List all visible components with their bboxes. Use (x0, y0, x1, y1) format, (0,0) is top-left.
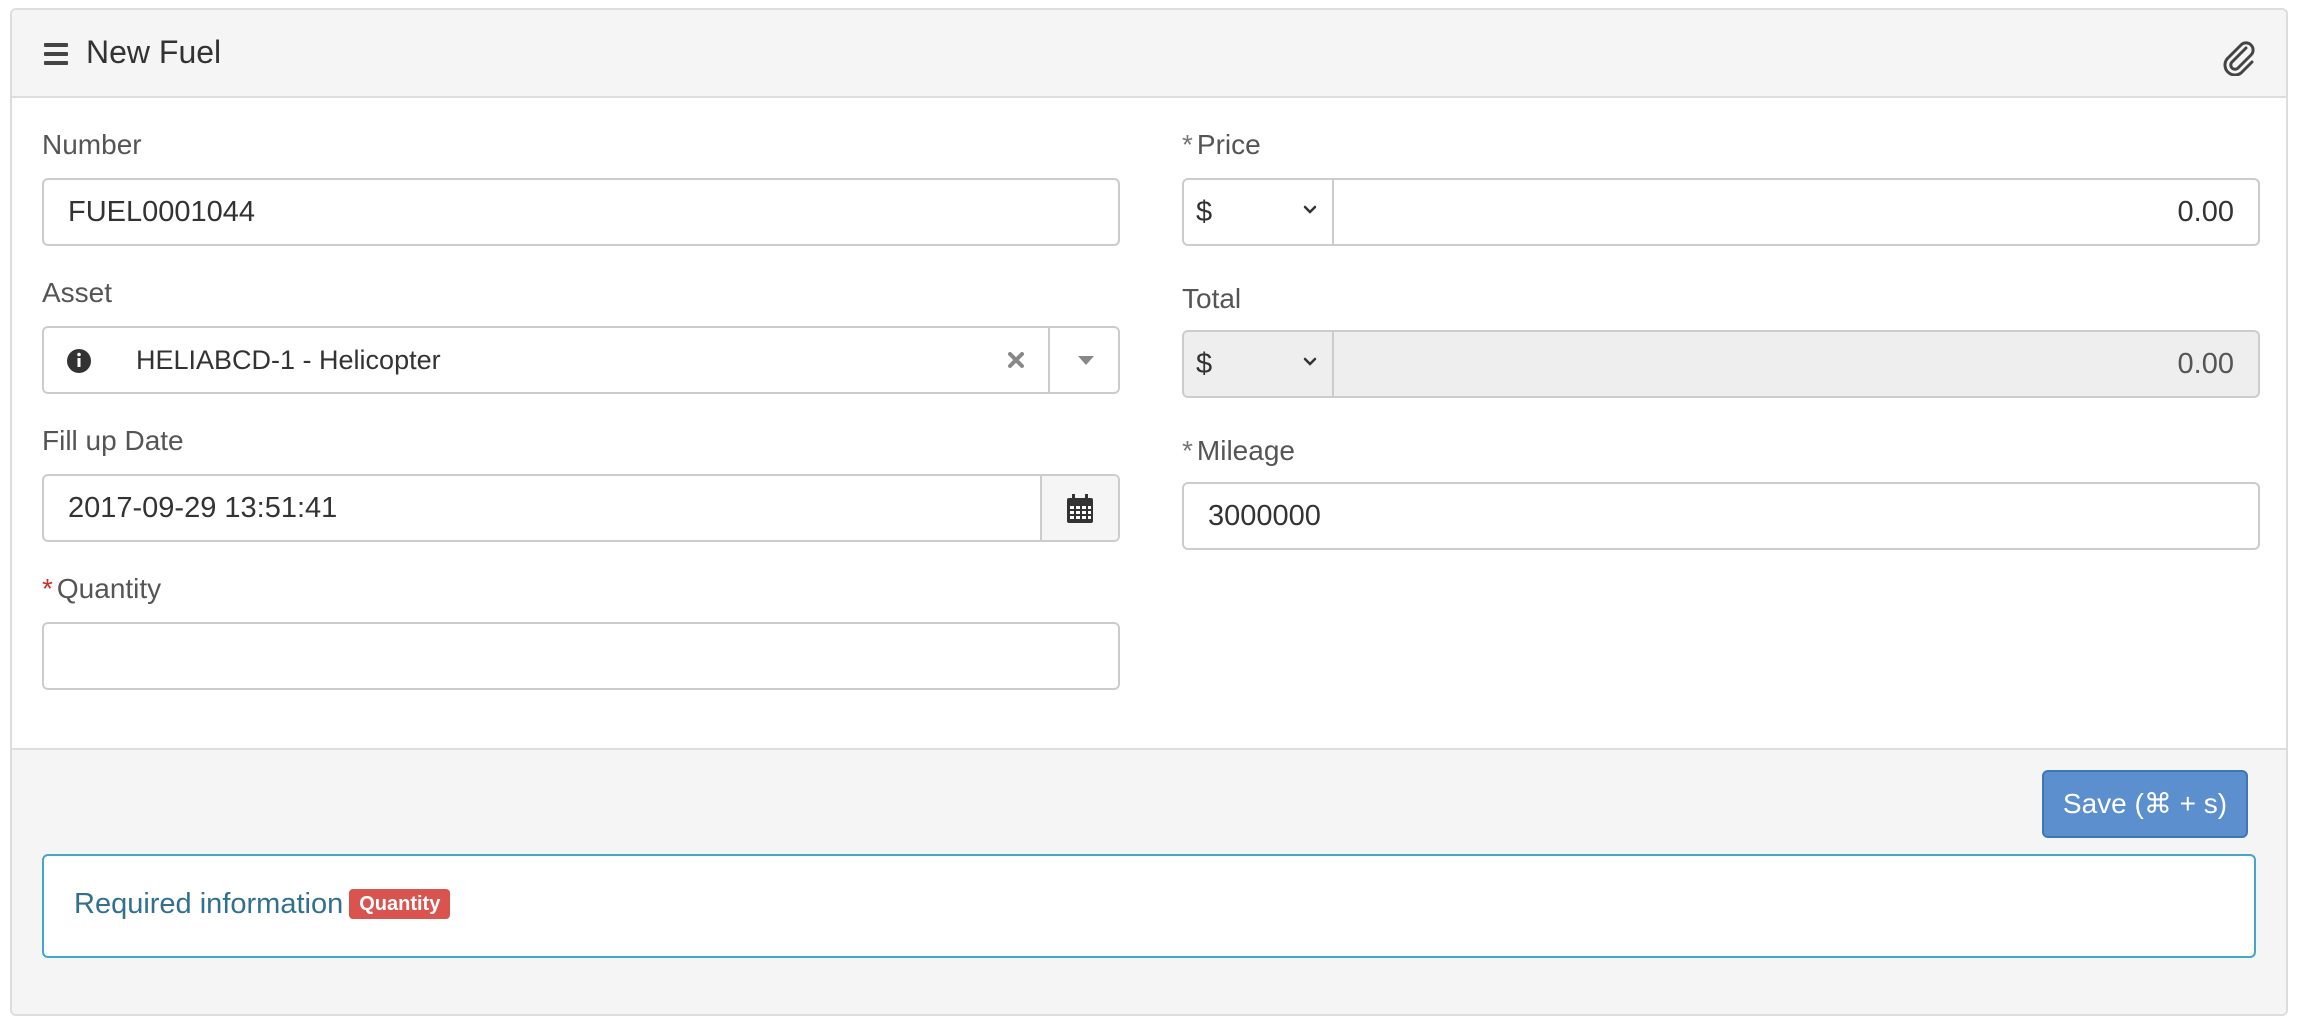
asset-select[interactable]: HELIABCD-1 - Helicopter (42, 326, 1120, 394)
panel-header: New Fuel (12, 10, 2286, 98)
chevron-down-icon (1303, 205, 1317, 214)
calendar-icon (1067, 494, 1093, 523)
total-field: $ 0.00 (1182, 330, 2260, 398)
required-asterisk: * (42, 573, 53, 604)
alert-text: Required information (74, 888, 344, 920)
alert-message: Required information Quantity (74, 886, 451, 922)
price-currency-select[interactable]: $ (1184, 180, 1334, 244)
bars-icon[interactable] (44, 43, 68, 65)
total-value: 0.00 (2177, 348, 2234, 380)
fill-up-date-field[interactable]: 2017-09-29 13:51:41 (42, 474, 1120, 542)
asset-divider (1048, 328, 1050, 392)
fill-up-date-label: Fill up Date (42, 425, 184, 456)
paperclip-icon[interactable] (2218, 36, 2258, 77)
number-value: FUEL0001044 (68, 196, 256, 228)
panel-footer: Save (⌘ + s) Required information Quantit… (12, 748, 2286, 1014)
price-label: * Price (1182, 128, 1261, 162)
mileage-label: * Mileage (1182, 434, 1295, 468)
quantity-label: * Quantity (42, 572, 161, 606)
asset-label: Asset (42, 277, 113, 308)
asset-value: HELIABCD-1 - Helicopter (136, 345, 441, 375)
page-title: New Fuel (86, 34, 222, 70)
clear-icon[interactable] (1004, 348, 1028, 372)
price-currency: $ (1196, 196, 1213, 228)
missing-field-badge[interactable]: Quantity (349, 889, 451, 919)
number-field[interactable]: FUEL0001044 (42, 178, 1120, 246)
price-value: 0.00 (2177, 196, 2234, 228)
price-field[interactable]: $ 0.00 (1182, 178, 2260, 246)
quantity-field[interactable] (42, 622, 1120, 690)
price-label-text: Price (1196, 129, 1261, 160)
fill-up-date-value: 2017-09-29 13:51:41 (68, 492, 338, 524)
total-currency: $ (1196, 348, 1213, 380)
info-icon[interactable] (66, 348, 92, 374)
total-label: Total (1182, 283, 1242, 314)
quantity-label-text: Quantity (56, 573, 162, 604)
number-label: Number (42, 129, 142, 160)
required-asterisk: * (1182, 435, 1193, 466)
mileage-field[interactable]: 3000000 (1182, 482, 2260, 550)
mileage-label-text: Mileage (1196, 435, 1295, 466)
mileage-value: 3000000 (1208, 500, 1321, 532)
calendar-button[interactable] (1040, 476, 1118, 540)
required-info-alert: Required information Quantity (42, 854, 2256, 958)
save-button[interactable]: Save (⌘ + s) (2042, 770, 2248, 838)
caret-down-icon[interactable] (1078, 356, 1094, 365)
total-currency-select[interactable]: $ (1184, 332, 1334, 396)
required-asterisk: * (1182, 129, 1193, 160)
chevron-down-icon (1303, 357, 1317, 366)
new-fuel-panel: New Fuel Number FUEL0001044 Asset HELIAB… (10, 8, 2288, 1016)
